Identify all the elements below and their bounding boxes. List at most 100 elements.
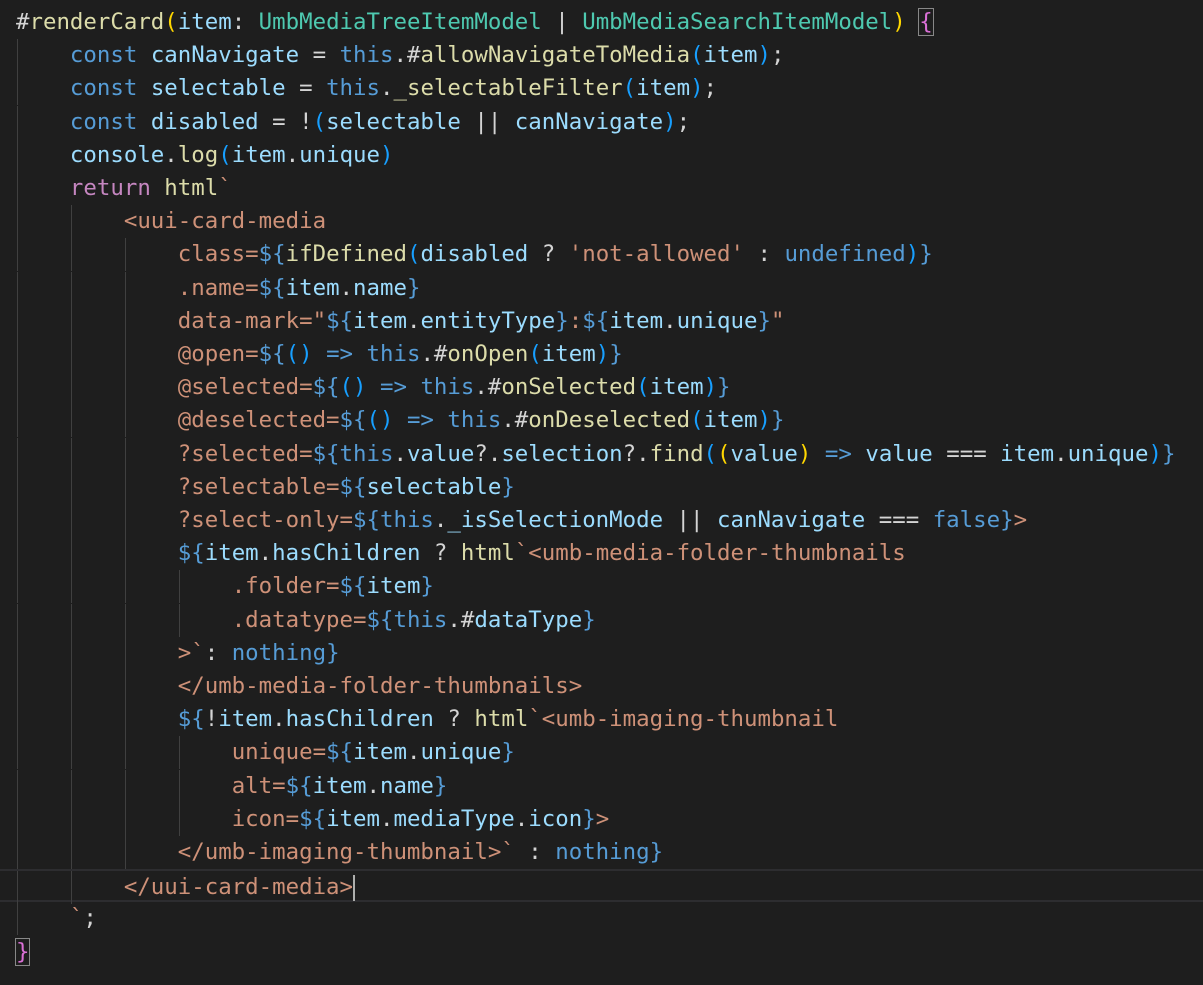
code-line-17[interactable]: ${item.hasChildren ? html`<umb-media-fol…: [0, 537, 1203, 571]
code-text: }: [14, 936, 31, 969]
token: }: [582, 805, 596, 832]
code-line-15[interactable]: ?selectable=${selectable}: [0, 470, 1203, 504]
code-line-29[interactable]: }: [0, 936, 1203, 969]
code-line-25[interactable]: icon=${item.mediaType.icon}>: [0, 802, 1203, 836]
token: ===: [932, 440, 1001, 467]
token: name: [379, 772, 434, 799]
code-text: const selectable = this._selectableFilte…: [16, 72, 717, 105]
code-line-20[interactable]: >`: nothing}: [0, 636, 1203, 670]
token: </uui-card-media>: [123, 874, 354, 901]
token: nothing: [231, 639, 327, 666]
code-line-27[interactable]: </uui-card-media>: [0, 869, 1203, 905]
token: }: [420, 573, 434, 600]
token: !: [204, 706, 219, 733]
code-text: .name=${item.name}: [16, 272, 421, 305]
token: 'not-allowed': [568, 241, 744, 268]
token: item: [326, 805, 380, 832]
code-line-4[interactable]: const disabled = !(selectable || canNavi…: [0, 105, 1203, 139]
token: ;: [83, 905, 97, 932]
token: data-mark=": [177, 307, 327, 334]
token: (: [406, 241, 421, 268]
token: item: [366, 573, 421, 600]
code-line-18[interactable]: .folder=${item}: [0, 570, 1203, 604]
token: mediaType: [393, 805, 515, 832]
code-line-9[interactable]: .name=${item.name}: [0, 271, 1203, 305]
code-line-28[interactable]: `;: [0, 902, 1203, 936]
code-editor[interactable]: #renderCard(item: UmbMediaTreeItemModel …: [0, 0, 1203, 985]
token: }: [717, 374, 731, 401]
indentation: [16, 109, 70, 135]
token: =>: [326, 341, 354, 367]
code-text: const disabled = !(selectable || canNavi…: [16, 106, 690, 139]
token: ): [380, 141, 394, 168]
code-line-3[interactable]: const selectable = this._selectableFilte…: [0, 72, 1203, 106]
code-text: </umb-imaging-thumbnail>` : nothing}: [16, 836, 663, 869]
token: .datatype=: [231, 606, 367, 633]
token: ?: [420, 540, 461, 567]
token: const: [69, 108, 138, 135]
indentation: [16, 75, 70, 101]
token: icon: [528, 805, 583, 832]
code-line-11[interactable]: @open=${() => this.#onOpen(item)}: [0, 338, 1203, 371]
token: @open=: [177, 341, 259, 367]
token: `<umb-imaging-thumbnail: [528, 706, 839, 733]
code-line-23[interactable]: unique=${item.unique}: [0, 736, 1203, 770]
token: nothing: [555, 839, 650, 865]
code-text: console.log(item.unique): [16, 139, 394, 172]
token: ?select-only=: [177, 507, 354, 533]
code-line-5[interactable]: console.log(item.unique): [0, 138, 1203, 172]
code-line-26[interactable]: </umb-imaging-thumbnail>` : nothing}: [0, 836, 1203, 869]
indentation: [16, 275, 178, 301]
token: html: [164, 175, 219, 201]
token: ${: [258, 341, 286, 367]
code-line-21[interactable]: </umb-media-folder-thumbnails>: [0, 670, 1203, 703]
token: ${: [258, 274, 286, 301]
token: ): [703, 374, 718, 401]
token: selection: [501, 440, 623, 467]
code-line-22[interactable]: ${!item.hasChildren ? html`<umb-imaging-…: [0, 703, 1203, 737]
token: ${: [312, 374, 340, 401]
code-line-8[interactable]: class=${ifDefined(disabled ? 'not-allowe…: [0, 238, 1203, 272]
token: :: [231, 9, 259, 35]
code-line-12[interactable]: @selected=${() => this.#onSelected(item)…: [0, 371, 1203, 405]
indentation: [16, 42, 70, 68]
indentation: [16, 374, 178, 400]
token: log: [177, 141, 219, 168]
indentation: [16, 905, 70, 931]
token: }: [757, 307, 771, 334]
code-line-14[interactable]: ?selected=${this.value?.selection?.find(…: [0, 437, 1203, 471]
code-line-6[interactable]: return html`: [0, 172, 1203, 205]
token: _selectableFilter: [393, 75, 623, 102]
code-line-10[interactable]: data-mark="${item.entityType}:${item.uni…: [0, 304, 1203, 338]
token: selectable: [150, 75, 286, 102]
token: ": [770, 307, 785, 334]
token: :: [743, 241, 785, 268]
code-line-24[interactable]: alt=${item.name}: [0, 769, 1203, 803]
token: }: [582, 606, 596, 633]
token: this: [339, 42, 394, 69]
code-line-1[interactable]: #renderCard(item: UmbMediaTreeItemModel …: [0, 6, 1203, 39]
token: icon=: [231, 805, 300, 832]
code-line-13[interactable]: @deselected=${() => this.#onDeselected(i…: [0, 404, 1203, 438]
token: .: [258, 540, 273, 567]
code-line-2[interactable]: const canNavigate = this.#allowNavigateT…: [0, 39, 1203, 73]
code-line-19[interactable]: .datatype=${this.#dataType}: [0, 603, 1203, 637]
token: ${: [366, 606, 394, 633]
token: #: [16, 9, 30, 35]
token: .: [380, 75, 394, 102]
token: hasChildren: [272, 540, 421, 567]
token: ${: [339, 407, 367, 434]
token: }: [919, 241, 933, 268]
token: @deselected=: [177, 407, 340, 434]
token: ${: [339, 473, 367, 500]
token: ): [905, 241, 920, 268]
token: unique: [1067, 440, 1149, 467]
token: selectable: [326, 108, 461, 135]
code-line-7[interactable]: <uui-card-media: [0, 205, 1203, 239]
token: item: [636, 75, 691, 102]
code-line-16[interactable]: ?select-only=${this._isSelectionMode || …: [0, 504, 1203, 537]
token: canNavigate: [514, 108, 664, 135]
